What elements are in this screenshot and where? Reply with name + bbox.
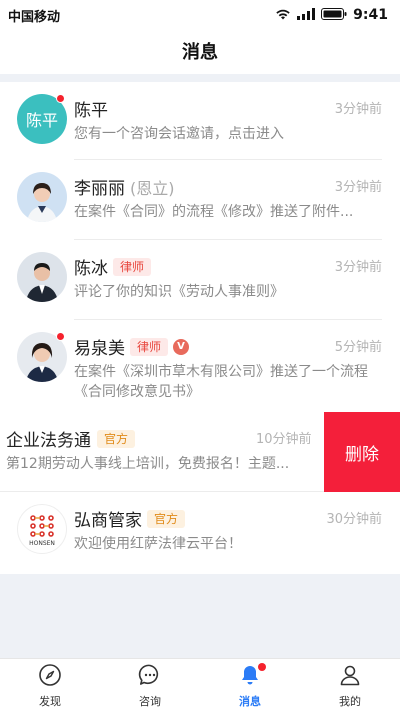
- avatar: [17, 252, 67, 302]
- wifi-icon: [275, 5, 291, 24]
- message-row-chenping[interactable]: 陈平 陈平 3分钟前 您有一个咨询会话邀请，点击进入: [0, 82, 400, 160]
- contact-name: 弘商管家: [74, 511, 142, 531]
- message-time: 30分钟前: [326, 512, 382, 527]
- message-preview: 第12期劳动人事线上培训，免费报名！主题...: [6, 456, 290, 472]
- unread-dot: [56, 94, 65, 103]
- message-row-yiquanmei[interactable]: 易泉美 律师 V 5分钟前 在案件《深圳市草木有限公司》推送了一个流程《合同修改…: [0, 320, 400, 412]
- lawyer-tag: 律师: [113, 257, 152, 276]
- message-preview: 在案件《合同》的流程《修改》推送了附件...: [74, 204, 354, 220]
- message-list: 陈平 陈平 3分钟前 您有一个咨询会话邀请，点击进入 李丽丽 (恩立) 3分钟前…: [0, 82, 400, 574]
- message-time: 10分钟前: [256, 432, 312, 447]
- person-icon: [338, 663, 362, 691]
- message-time: 3分钟前: [334, 180, 382, 195]
- contact-name: 李丽丽: [74, 179, 125, 199]
- battery-icon: [321, 5, 347, 24]
- message-row-chenbing[interactable]: 陈冰 律师 3分钟前 评论了你的知识《劳动人事准则》: [0, 240, 400, 320]
- chat-bubble-icon: [138, 663, 162, 691]
- compass-icon: [38, 663, 62, 691]
- tab-label: 咨询: [139, 695, 161, 708]
- clock-time: 9:41: [353, 6, 388, 23]
- delete-button[interactable]: 删除: [324, 412, 400, 492]
- lawyer-tag: 律师: [130, 337, 169, 356]
- contact-name: 易泉美: [74, 339, 125, 359]
- verified-badge: V: [173, 338, 190, 355]
- contact-alias: (恩立): [130, 178, 175, 198]
- official-tag: 官方: [97, 429, 136, 448]
- message-preview: 欢迎使用红萨法律云平台！: [74, 536, 242, 552]
- nav-bar: 消息: [0, 28, 400, 74]
- official-tag: 官方: [147, 509, 186, 528]
- section-gap: [0, 74, 400, 82]
- honsen-logo: HONSEN: [29, 515, 55, 547]
- message-time: 3分钟前: [334, 260, 382, 275]
- message-time: 3分钟前: [334, 102, 382, 117]
- tab-bar: 发现 咨询 消息 我的: [0, 658, 400, 710]
- name-line: 李丽丽 (恩立): [74, 174, 175, 200]
- tab-badge: [258, 663, 266, 671]
- unread-dot: [56, 332, 65, 341]
- svg-text:HONSEN: HONSEN: [29, 540, 55, 547]
- message-preview: 您有一个咨询会话邀请，点击进入: [74, 126, 284, 142]
- message-preview: 在案件《深圳市草木有限公司》推送了一个流程《合同修改意见书》: [74, 364, 368, 400]
- name-line: 企业法务通 官方: [6, 426, 136, 451]
- contact-name: 企业法务通: [6, 431, 91, 451]
- name-line: 弘商管家 官方: [74, 506, 186, 531]
- name-line: 陈平: [74, 96, 108, 121]
- empty-area: [0, 574, 400, 658]
- avatar-initials: 陈平: [25, 111, 58, 130]
- avatar: HONSEN: [17, 504, 67, 554]
- message-preview: 评论了你的知识《劳动人事准则》: [74, 284, 284, 300]
- contact-name: 陈平: [74, 101, 108, 121]
- tab-label: 消息: [239, 695, 261, 708]
- avatar: [17, 172, 67, 222]
- name-line: 易泉美 律师 V: [74, 334, 190, 359]
- tab-profile[interactable]: 我的: [300, 659, 400, 710]
- tab-messages[interactable]: 消息: [200, 659, 300, 710]
- tab-discover[interactable]: 发现: [0, 659, 100, 710]
- status-bar: 中国移动 9:41: [0, 0, 400, 28]
- message-row-lilili[interactable]: 李丽丽 (恩立) 3分钟前 在案件《合同》的流程《修改》推送了附件...: [0, 160, 400, 240]
- signal-icon: [297, 5, 316, 24]
- message-row-hongshangguanjia[interactable]: HONSEN 弘商管家 官方 30分钟前 欢迎使用红萨法律云平台！: [0, 492, 400, 572]
- tab-label: 我的: [339, 695, 361, 708]
- message-time: 5分钟前: [334, 340, 382, 355]
- contact-name: 陈冰: [74, 259, 108, 279]
- carrier-name: 中国移动: [8, 10, 61, 25]
- message-row-qiyefawutong[interactable]: 企业法务通 官方 10分钟前 第12期劳动人事线上培训，免费报名！主题... 删…: [0, 412, 400, 492]
- tab-consult[interactable]: 咨询: [100, 659, 200, 710]
- page-title: 消息: [182, 42, 218, 63]
- tab-label: 发现: [39, 695, 61, 708]
- status-indicators: 9:41: [275, 5, 388, 24]
- name-line: 陈冰 律师: [74, 254, 152, 279]
